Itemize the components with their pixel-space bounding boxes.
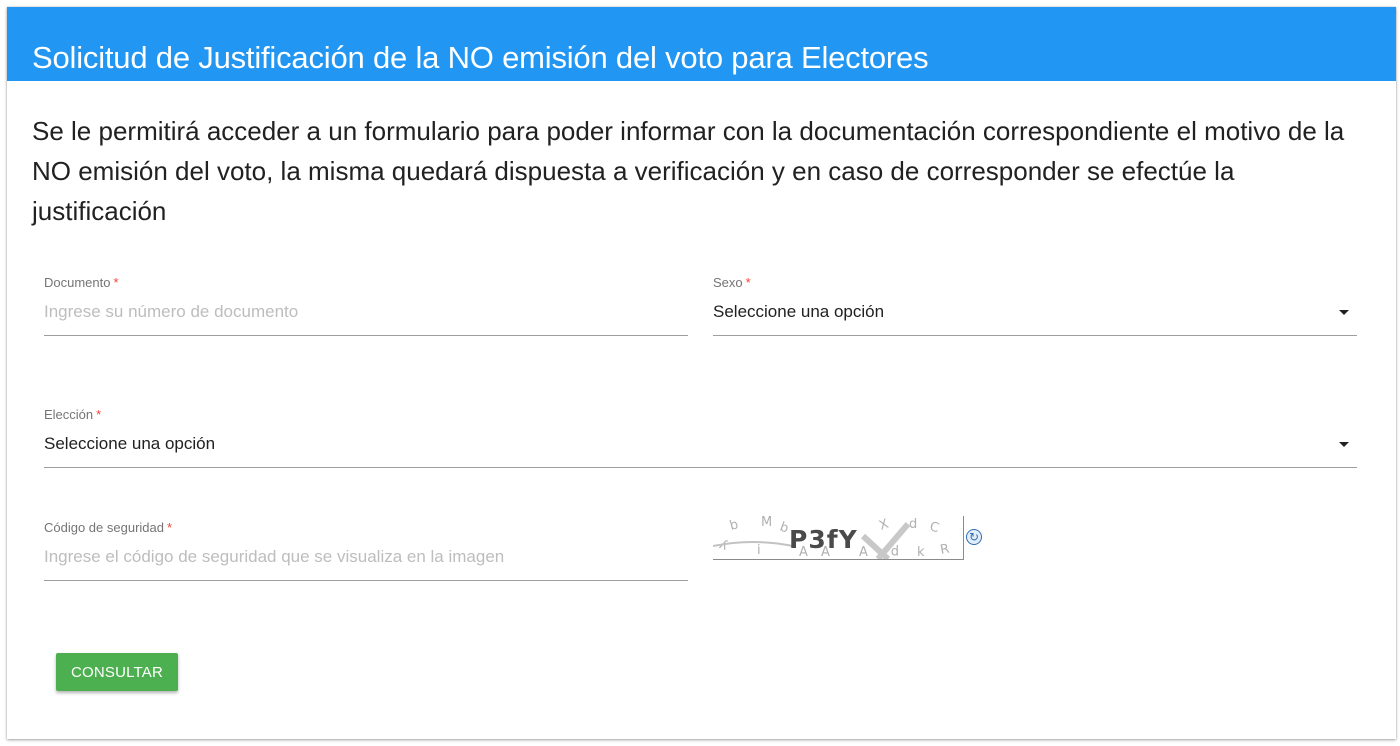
captcha-noise-char: M xyxy=(761,516,772,530)
chevron-down-icon xyxy=(1339,442,1349,447)
codigo-label: Código de seguridad * xyxy=(44,520,172,535)
card-header: Solicitud de Justificación de la NO emis… xyxy=(7,7,1396,81)
codigo-label-text: Código de seguridad xyxy=(44,520,164,535)
codigo-underline xyxy=(44,580,688,581)
codigo-input[interactable] xyxy=(44,544,688,570)
page-title: Solicitud de Justificación de la NO emis… xyxy=(32,40,929,75)
sexo-label: Sexo * xyxy=(713,275,751,290)
captcha-image: b M b y i A X d C p A R k A P3fY xyxy=(713,516,964,560)
captcha-noise-char: k xyxy=(917,545,925,559)
documento-label-text: Documento xyxy=(44,275,111,290)
eleccion-label-text: Elección xyxy=(44,407,94,422)
captcha-noise-char: C xyxy=(928,519,941,536)
form-card: Solicitud de Justificación de la NO emis… xyxy=(7,7,1396,739)
captcha-noise-char: b xyxy=(728,517,740,534)
eleccion-selected-value: Seleccione una opción xyxy=(44,434,216,453)
required-mark: * xyxy=(745,275,751,290)
required-mark: * xyxy=(166,520,173,535)
documento-input[interactable] xyxy=(44,299,688,325)
sexo-underline xyxy=(713,335,1357,336)
captcha-noise-char: i xyxy=(757,543,761,558)
eleccion-select[interactable]: Seleccione una opción xyxy=(44,429,1357,467)
required-mark: * xyxy=(113,275,119,290)
description-text: Se le permitirá acceder a un formulario … xyxy=(32,116,1345,226)
chevron-down-icon xyxy=(1339,310,1349,315)
sexo-selected-value: Seleccione una opción xyxy=(713,302,885,321)
captcha-noise-char: d xyxy=(909,517,917,532)
documento-underline xyxy=(44,335,688,336)
documento-label: Documento * xyxy=(44,275,119,290)
eleccion-label: Elección * xyxy=(44,407,101,422)
sexo-select[interactable]: Seleccione una opción xyxy=(713,297,1357,335)
eleccion-underline xyxy=(44,467,1357,468)
refresh-icon[interactable]: ↻ xyxy=(966,529,982,545)
sexo-label-text: Sexo xyxy=(713,275,743,290)
captcha-noise-char: A xyxy=(859,545,868,559)
captcha-noise-char: X xyxy=(877,517,891,534)
captcha-code: P3fY xyxy=(789,525,858,554)
captcha-noise-char: R xyxy=(939,542,951,558)
required-mark: * xyxy=(96,407,102,422)
consultar-button[interactable]: CONSULTAR xyxy=(56,653,178,691)
